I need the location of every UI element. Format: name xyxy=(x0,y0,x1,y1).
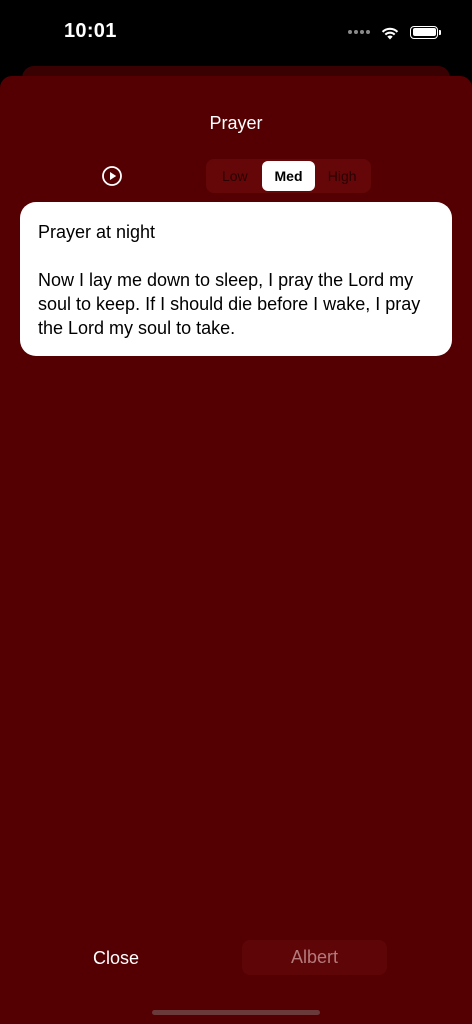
close-button[interactable]: Close xyxy=(78,942,154,974)
status-bar: 10:01 xyxy=(0,0,472,64)
prayer-text: Now I lay me down to sleep, I pray the L… xyxy=(38,270,421,338)
intensity-segmented-control: Low Med High xyxy=(206,159,371,193)
segment-med[interactable]: Med xyxy=(261,161,316,191)
prayer-card: Prayer at night Now I lay me down to sle… xyxy=(20,202,452,356)
cellular-signal-icon xyxy=(348,30,370,34)
page-title: Prayer xyxy=(209,113,263,133)
segment-high[interactable]: High xyxy=(315,161,369,191)
status-time: 10:01 xyxy=(64,20,117,42)
user-button[interactable]: Albert xyxy=(242,940,387,975)
play-circle-icon[interactable] xyxy=(101,165,123,187)
battery-icon xyxy=(410,25,441,39)
status-icons xyxy=(348,22,441,42)
wifi-icon xyxy=(381,27,399,39)
prayer-title: Prayer at night xyxy=(38,222,156,242)
segment-low[interactable]: Low xyxy=(208,161,262,191)
home-indicator xyxy=(152,1010,320,1015)
